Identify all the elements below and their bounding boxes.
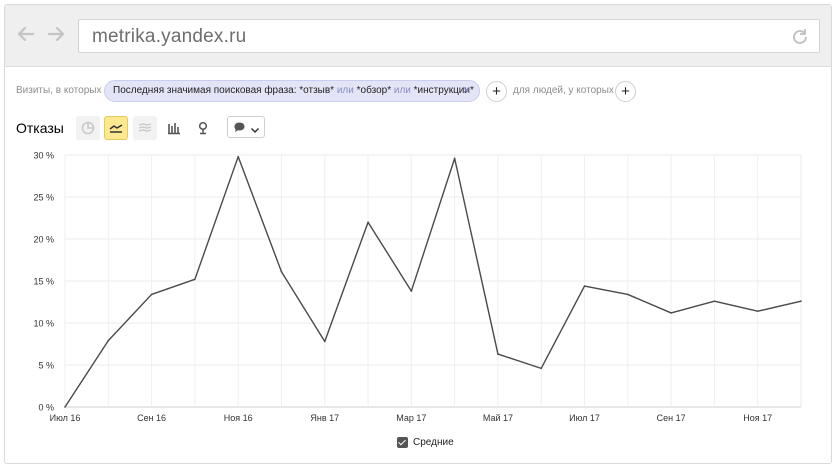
x-tick-label: Мар 17 xyxy=(396,413,426,423)
data-point xyxy=(237,155,239,158)
chart-legend[interactable]: Средние xyxy=(397,437,454,448)
arrow-left-icon[interactable] xyxy=(15,23,37,45)
data-point xyxy=(627,293,629,296)
legend-label: Средние xyxy=(413,437,454,448)
data-point xyxy=(540,367,543,370)
data-point xyxy=(107,339,110,342)
data-point xyxy=(670,312,672,314)
filter-chip-text-1: Последняя значимая поисковая фраза: *отз… xyxy=(113,85,337,96)
x-tick-label: Янв 17 xyxy=(310,413,339,423)
y-tick-label: 25 % xyxy=(33,193,54,203)
filter-chip[interactable]: Последняя значимая поисковая фраза: *отз… xyxy=(104,80,480,102)
map-icon[interactable] xyxy=(191,116,215,140)
x-tick-label: Ноя 17 xyxy=(743,413,772,423)
filter-prefix: Визиты, в которых xyxy=(16,85,102,96)
data-point xyxy=(323,340,326,343)
add-user-condition-button[interactable]: + xyxy=(615,81,636,102)
x-tick-label: Июл 17 xyxy=(569,413,600,423)
bar-chart-icon[interactable] xyxy=(162,116,186,140)
reload-icon[interactable] xyxy=(789,26,811,48)
filter-chip-text-2: *обзор* xyxy=(353,85,394,96)
address-bar[interactable]: metrika.yandex.ru xyxy=(78,19,820,53)
metric-title: Отказы xyxy=(16,120,64,136)
y-tick-label: 0 % xyxy=(38,403,54,413)
chevron-down-icon xyxy=(250,122,260,140)
segment-filter-row: Визиты, в которых Последняя значимая пои… xyxy=(5,78,831,104)
data-point xyxy=(410,290,413,292)
filter-chip-or-1: или xyxy=(336,85,354,96)
y-tick-label: 30 % xyxy=(33,151,54,161)
comment-icon xyxy=(233,121,246,139)
pie-chart-icon[interactable] xyxy=(76,116,100,140)
browser-toolbar: metrika.yandex.ru xyxy=(5,5,831,67)
line-chart-icon[interactable] xyxy=(104,116,128,140)
series-line xyxy=(64,155,802,408)
y-tick-label: 15 % xyxy=(33,277,54,287)
data-point xyxy=(713,300,716,302)
x-tick-label: Сен 16 xyxy=(137,413,166,423)
y-tick-label: 10 % xyxy=(33,319,54,329)
filter-suffix: для людей, у которых xyxy=(513,85,614,96)
line-chart: 0 % 5 % 10 % 15 % 20 % 25 % 30 % Июл 16 Сен 16 Но… xyxy=(33,151,802,423)
arrow-right-icon[interactable] xyxy=(45,23,67,45)
data-point xyxy=(150,293,153,296)
data-point xyxy=(280,270,283,273)
x-tick-label: Ноя 16 xyxy=(224,413,253,423)
browser-window: metrika.yandex.ru Визиты, в которых Посл… xyxy=(4,4,832,464)
add-condition-button[interactable]: + xyxy=(486,81,507,102)
area-chart-icon[interactable] xyxy=(133,116,157,140)
x-tick-label: Май 17 xyxy=(483,413,513,423)
data-point xyxy=(367,221,369,223)
data-point xyxy=(453,157,456,160)
url-text: metrika.yandex.ru xyxy=(92,26,247,47)
x-tick-label: Июл 16 xyxy=(50,413,81,423)
x-tick-label: Сен 17 xyxy=(657,413,686,423)
close-icon[interactable]: ✕ xyxy=(462,81,471,101)
filter-chip-or-2: или xyxy=(393,85,411,96)
data-point xyxy=(756,310,759,313)
data-point xyxy=(800,300,802,302)
annotation-dropdown[interactable] xyxy=(227,116,265,138)
y-tick-label: 5 % xyxy=(38,361,54,371)
data-point xyxy=(497,353,499,355)
data-point xyxy=(64,406,66,408)
data-point xyxy=(194,278,196,281)
legend-checkbox[interactable] xyxy=(397,437,408,448)
y-tick-label: 20 % xyxy=(33,235,54,245)
data-point xyxy=(583,285,586,287)
